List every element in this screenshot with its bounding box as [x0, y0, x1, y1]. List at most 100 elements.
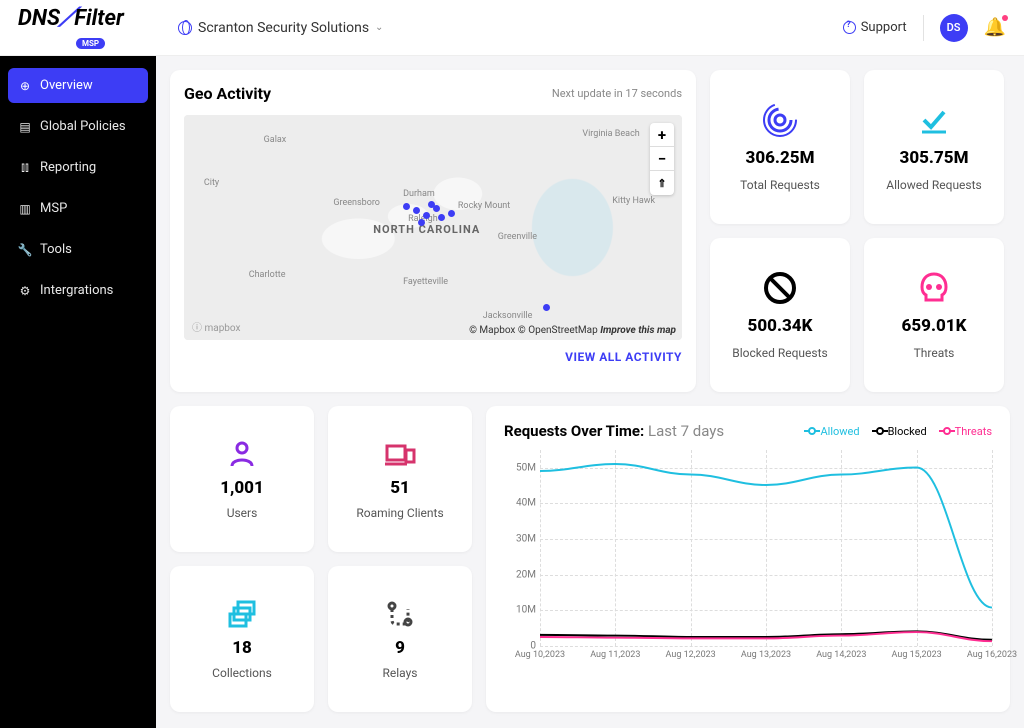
- main-content: Geo Activity Next update in 17 seconds N…: [156, 56, 1024, 728]
- map-point[interactable]: [418, 219, 425, 226]
- compass-button[interactable]: ⇑: [650, 171, 674, 195]
- map-city-label: Rocky Mount: [458, 201, 510, 211]
- sidebar-item-label: Reporting: [40, 160, 96, 175]
- stack-icon: [226, 598, 258, 630]
- help-icon: [843, 21, 856, 34]
- mini-value: 18: [232, 638, 252, 658]
- mini-roaming-clients[interactable]: 51 Roaming Clients: [328, 406, 472, 552]
- stat-value: 659.01K: [902, 316, 967, 336]
- stat-grid: 306.25M Total Requests 305.75M Allowed R…: [710, 70, 1004, 392]
- chart-icon: ⫾⫾: [18, 161, 32, 175]
- legend-allowed[interactable]: Allowed: [804, 425, 859, 438]
- sidebar-item-overview[interactable]: ⊕Overview: [8, 68, 148, 103]
- building-icon: ▥: [18, 202, 32, 216]
- x-axis: Aug 10,2023Aug 11,2023Aug 12,2023Aug 13,…: [540, 650, 992, 670]
- map-point[interactable]: [543, 304, 550, 311]
- support-label: Support: [861, 20, 907, 35]
- sidebar-item-reporting[interactable]: ⫾⫾ Reporting: [8, 150, 148, 185]
- mapbox-logo: ⓘ mapbox: [192, 319, 240, 334]
- sidebar-item-label: MSP: [40, 201, 67, 216]
- map-point[interactable]: [403, 203, 410, 210]
- map-controls: + − ⇑: [650, 123, 674, 195]
- support-link[interactable]: Support: [843, 20, 907, 35]
- logo-dns: DNS: [18, 6, 60, 31]
- logo-filter: Filter: [74, 6, 124, 31]
- wrench-icon: 🔧: [18, 243, 32, 257]
- mini-label: Relays: [383, 666, 418, 680]
- mini-collections[interactable]: 18 Collections: [170, 566, 314, 712]
- org-name: Scranton Security Solutions: [198, 20, 369, 36]
- legend-threats[interactable]: Threats: [939, 425, 992, 438]
- geo-activity-card: Geo Activity Next update in 17 seconds N…: [170, 70, 696, 392]
- stat-value: 306.25M: [746, 148, 815, 168]
- geo-title: Geo Activity: [184, 84, 271, 103]
- broadcast-icon: [762, 102, 798, 138]
- stat-blocked-requests[interactable]: 500.34K Blocked Requests: [710, 238, 850, 392]
- map-attribution[interactable]: © Mapbox © OpenStreetMap Improve this ma…: [469, 325, 676, 336]
- check-icon: [916, 102, 952, 138]
- legend-label: Allowed: [820, 425, 859, 438]
- mini-relays[interactable]: 9 Relays: [328, 566, 472, 712]
- stat-label: Allowed Requests: [886, 178, 982, 192]
- zoom-out-button[interactable]: −: [650, 147, 674, 171]
- stat-label: Total Requests: [740, 178, 820, 192]
- sidebar-item-label: Global Policies: [40, 119, 126, 134]
- mini-stat-grid: 1,001 Users 51 Roaming Clients 18 Collec…: [170, 406, 472, 712]
- map-city-label: Jacksonville: [483, 311, 533, 321]
- chart-legend: Allowed Blocked Threats: [804, 425, 992, 438]
- legend-label: Threats: [955, 425, 992, 438]
- user-avatar[interactable]: DS: [940, 14, 968, 42]
- mini-value: 9: [395, 638, 405, 658]
- map-city-label: Fayetteville: [403, 277, 448, 287]
- map-point[interactable]: [448, 210, 455, 217]
- map-city-label: Galax: [264, 135, 287, 145]
- divider: [923, 15, 924, 41]
- sidebar-item-tools[interactable]: 🔧 Tools: [8, 232, 148, 267]
- map-city-label: Charlotte: [249, 270, 286, 280]
- blocked-icon: [762, 270, 798, 306]
- document-icon: ▤: [18, 120, 32, 134]
- map-point[interactable]: [423, 212, 430, 219]
- map-city-label: Virginia Beach: [582, 129, 639, 139]
- topbar: DNS⟋Filter MSP Scranton Security Solutio…: [0, 0, 1024, 56]
- requests-chart-card: Requests Over Time: Last 7 days Allowed …: [486, 406, 1010, 712]
- legend-marker-icon: [804, 425, 816, 437]
- mini-users[interactable]: 1,001 Users: [170, 406, 314, 552]
- globe-icon: [178, 21, 192, 35]
- logo[interactable]: DNS⟋Filter MSP: [18, 3, 138, 53]
- user-icon: [226, 438, 258, 470]
- stat-total-requests[interactable]: 306.25M Total Requests: [710, 70, 850, 224]
- msp-badge: MSP: [76, 38, 105, 49]
- legend-marker-icon: [939, 425, 951, 437]
- chevron-down-icon: ⌄: [375, 22, 383, 33]
- sidebar-item-msp[interactable]: ▥ MSP: [8, 191, 148, 226]
- route-icon: [384, 598, 416, 630]
- stat-label: Threats: [914, 346, 955, 360]
- devices-icon: [384, 438, 416, 470]
- notifications-icon[interactable]: 🔔: [984, 17, 1006, 38]
- view-all-activity-link[interactable]: VIEW ALL ACTIVITY: [184, 350, 682, 364]
- sidebar-item-integrations[interactable]: ⚙Intergrations: [8, 273, 148, 308]
- sidebar-item-global-policies[interactable]: ▤ Global Policies: [8, 109, 148, 144]
- sidebar-item-label: Tools: [40, 242, 72, 257]
- chart-area[interactable]: 50M40M30M20M10M0 Aug 10,2023Aug 11,2023A…: [504, 450, 992, 670]
- map-point[interactable]: [428, 201, 435, 208]
- map-point[interactable]: [438, 214, 445, 221]
- zoom-in-button[interactable]: +: [650, 123, 674, 147]
- geo-map[interactable]: NORTH CAROLINA Galax City Greensboro Dur…: [184, 115, 682, 340]
- mini-label: Users: [227, 506, 258, 520]
- legend-blocked[interactable]: Blocked: [872, 425, 927, 438]
- skull-icon: [916, 270, 952, 306]
- mini-value: 1,001: [220, 478, 264, 498]
- stat-threats[interactable]: 659.01K Threats: [864, 238, 1004, 392]
- stat-allowed-requests[interactable]: 305.75M Allowed Requests: [864, 70, 1004, 224]
- sidebar-item-label: Intergrations: [40, 283, 113, 298]
- y-axis: 50M40M30M20M10M0: [504, 450, 538, 646]
- mini-value: 51: [390, 478, 410, 498]
- sidebar-item-label: Overview: [40, 78, 93, 93]
- stat-value: 500.34K: [748, 316, 813, 336]
- legend-label: Blocked: [888, 425, 927, 438]
- legend-marker-icon: [872, 425, 884, 437]
- stat-label: Blocked Requests: [732, 346, 827, 360]
- org-selector[interactable]: Scranton Security Solutions ⌄: [178, 20, 383, 36]
